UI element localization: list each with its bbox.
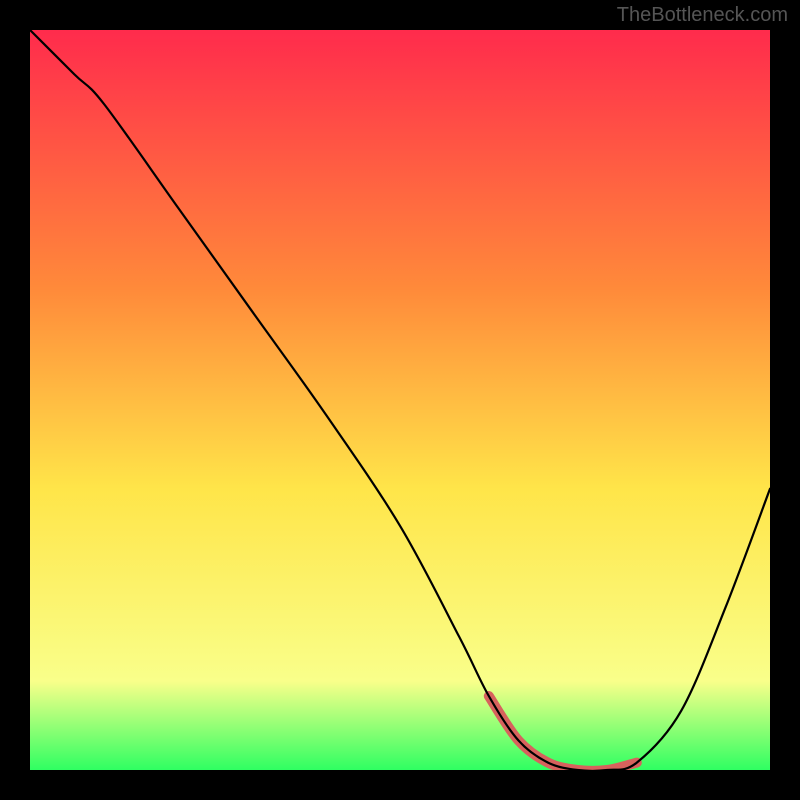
gradient-background: [30, 30, 770, 770]
watermark-text: TheBottleneck.com: [617, 4, 788, 27]
chart-frame: [30, 30, 770, 770]
bottleneck-chart: [30, 30, 770, 770]
